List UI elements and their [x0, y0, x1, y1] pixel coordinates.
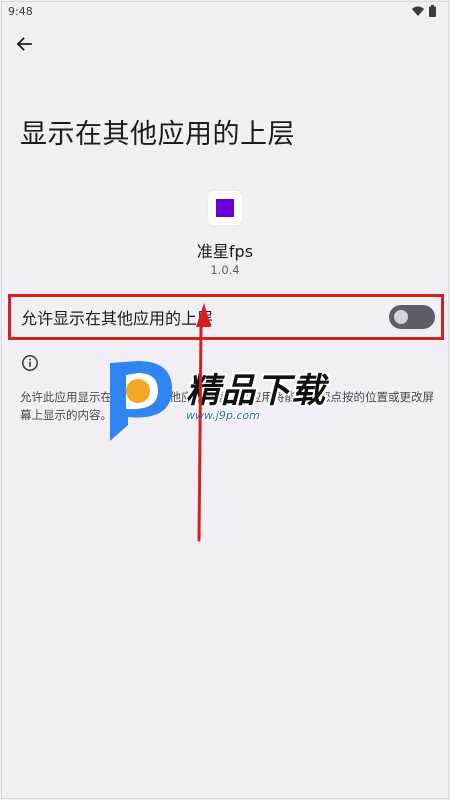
- overlay-permission-label: 允许显示在其他应用的上层: [21, 309, 214, 328]
- overlay-permission-switch[interactable]: [389, 305, 435, 329]
- status-icons: [412, 5, 436, 17]
- arrow-left-icon: [16, 37, 32, 51]
- wifi-icon: [412, 6, 424, 16]
- status-bar: 9:48: [0, 0, 450, 22]
- switch-thumb: [394, 310, 408, 324]
- app-icon-glyph: [216, 199, 234, 217]
- back-button[interactable]: [10, 30, 38, 58]
- status-time: 9:48: [8, 4, 33, 18]
- app-icon: [208, 191, 242, 225]
- overlay-permission-row[interactable]: 允许显示在其他应用的上层: [8, 294, 444, 340]
- permission-description: 允许此应用显示在您使用的其他应用上层。此应用将能得知您点按的位置或更改屏幕上显示…: [20, 390, 434, 422]
- app-name: 准星fps: [196, 242, 254, 261]
- app-version: 1.0.4: [210, 263, 240, 277]
- page-title: 显示在其他应用的上层: [20, 119, 295, 150]
- battery-icon: [429, 5, 436, 17]
- info-icon: [22, 355, 38, 371]
